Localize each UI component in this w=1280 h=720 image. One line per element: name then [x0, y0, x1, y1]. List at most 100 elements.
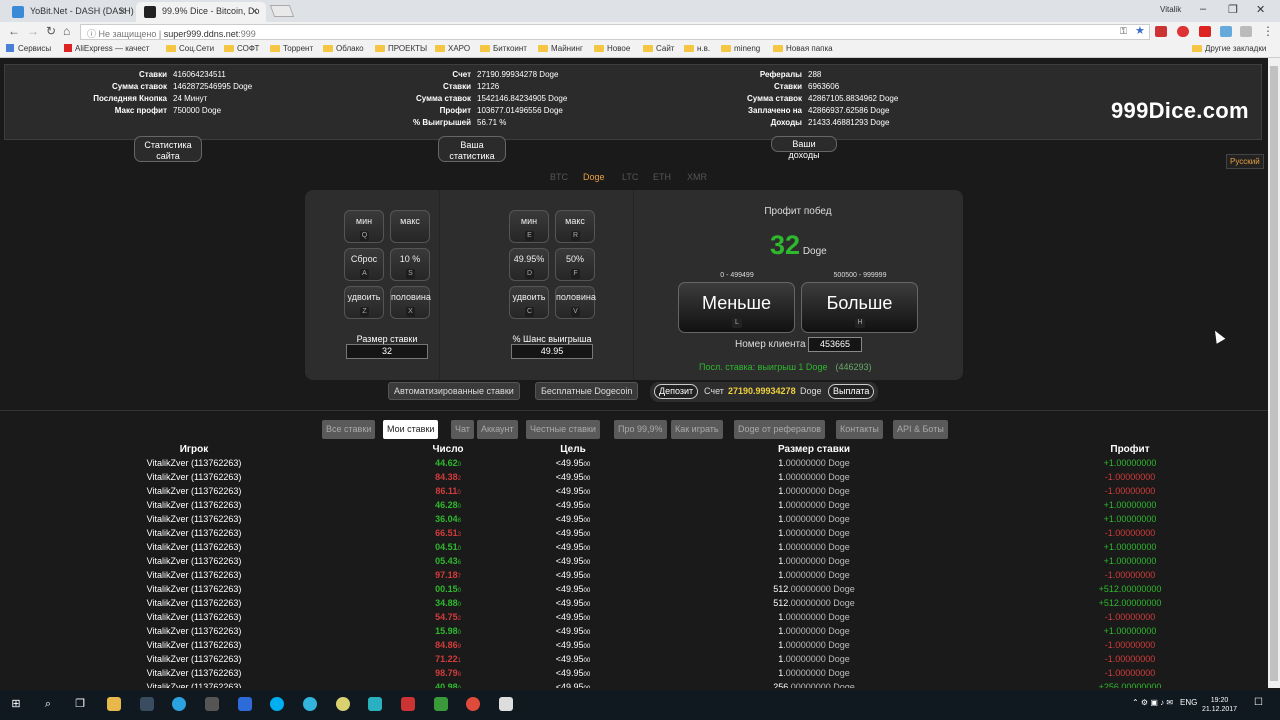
tab-how-to-play[interactable]: Как играть	[671, 420, 723, 439]
withdraw-button[interactable]: Выплата	[828, 384, 875, 399]
free-dogecoin-button[interactable]: Бесплатные Dogecoin	[535, 382, 639, 400]
tray-icons[interactable]: ⌃ ⚙ ▣ ♪ ✉	[1132, 698, 1173, 707]
bet-min-button[interactable]: мин Q	[344, 210, 384, 243]
tab-contacts[interactable]: Контакты	[836, 420, 883, 439]
bookmark-folder[interactable]: Облако	[323, 44, 364, 53]
player-cell[interactable]: VitalikZver (113762263)	[134, 570, 254, 580]
player-cell[interactable]: VitalikZver (113762263)	[134, 514, 254, 524]
bet-double-button[interactable]: удвоить Z	[344, 286, 384, 319]
player-cell[interactable]: VitalikZver (113762263)	[134, 542, 254, 552]
player-cell[interactable]: VitalikZver (113762263)	[134, 626, 254, 636]
close-icon[interactable]: ×	[251, 4, 258, 18]
url-input[interactable]: ⓘ Не защищено | super999.ddns.net:999	[80, 24, 1150, 40]
system-clock[interactable]: 19:20 21.12.2017	[1202, 696, 1237, 714]
bookmark-folder[interactable]: Новая папка	[773, 44, 833, 53]
app-icon[interactable]	[336, 697, 350, 711]
player-cell[interactable]: VitalikZver (113762263)	[134, 528, 254, 538]
file-explorer-icon[interactable]	[107, 697, 121, 711]
player-cell[interactable]: VitalikZver (113762263)	[134, 612, 254, 622]
deposit-button[interactable]: Депозит	[654, 384, 699, 399]
windows-start-icon[interactable]: ⊞	[9, 697, 23, 711]
back-icon[interactable]: ←	[8, 24, 20, 38]
page-scrollbar[interactable]	[1268, 58, 1280, 688]
player-cell[interactable]: VitalikZver (113762263)	[134, 486, 254, 496]
bookmark-aliexpress[interactable]: AliExpress — качест	[64, 44, 149, 53]
currency-ltc[interactable]: LTC	[622, 172, 638, 182]
not-secure-label[interactable]: Не защищено	[99, 29, 157, 39]
player-cell[interactable]: VitalikZver (113762263)	[134, 584, 254, 594]
roll-low-button[interactable]: Меньше L	[678, 282, 795, 333]
bookmark-folder[interactable]: mineng	[721, 44, 760, 53]
calculator-icon[interactable]	[205, 697, 219, 711]
player-cell[interactable]: VitalikZver (113762263)	[134, 500, 254, 510]
extension-icon[interactable]	[1199, 26, 1211, 37]
apps-bookmark[interactable]: Сервисы	[6, 44, 51, 53]
telegram-icon[interactable]	[172, 697, 186, 711]
bookmark-folder[interactable]: ХАРО	[435, 44, 470, 53]
minimize-icon[interactable]: –	[1200, 3, 1206, 15]
bookmark-folder[interactable]: н.в.	[684, 44, 710, 53]
app-icon[interactable]	[434, 697, 448, 711]
player-cell[interactable]: VitalikZver (113762263)	[134, 668, 254, 678]
star-icon[interactable]: ★	[1135, 24, 1145, 37]
close-icon[interactable]: ×	[119, 4, 126, 18]
window-close-icon[interactable]: ✕	[1256, 3, 1265, 16]
reload-icon[interactable]: ↻	[46, 24, 56, 38]
bet-half-button[interactable]: половина X	[390, 286, 431, 319]
bookmark-folder[interactable]: Биткоинт	[480, 44, 527, 53]
bet-10pct-button[interactable]: 10 % S	[390, 248, 430, 281]
chance-4995-button[interactable]: 49.95% D	[509, 248, 549, 281]
bookmark-folder[interactable]: Сайт	[643, 44, 674, 53]
chance-half-button[interactable]: половина V	[555, 286, 596, 319]
search-icon[interactable]: ⌕	[41, 697, 55, 711]
win-chance-input[interactable]: 49.95	[511, 344, 593, 359]
scrollbar-thumb[interactable]	[1270, 66, 1278, 681]
app-icon[interactable]	[368, 697, 382, 711]
app-icon[interactable]	[238, 697, 252, 711]
extension-icon[interactable]	[1220, 26, 1232, 37]
your-stats-button[interactable]: Ваша статистика	[438, 136, 506, 162]
player-cell[interactable]: VitalikZver (113762263)	[134, 458, 254, 468]
site-logo[interactable]: 999Dice.com	[1111, 98, 1249, 124]
chance-double-button[interactable]: удвоить C	[509, 286, 549, 319]
yandex-extension-icon[interactable]	[1155, 26, 1167, 37]
bookmark-folder[interactable]: СОФТ	[224, 44, 259, 53]
menu-icon[interactable]: ⋮	[1262, 24, 1274, 38]
input-language[interactable]: ENG	[1180, 698, 1197, 707]
your-earnings-button[interactable]: Ваши доходы	[771, 136, 837, 160]
tab-chat[interactable]: Чат	[451, 420, 474, 439]
new-tab-button[interactable]	[269, 5, 295, 17]
task-view-icon[interactable]: ❐	[73, 697, 87, 711]
bet-size-input[interactable]: 32	[346, 344, 428, 359]
skype-icon[interactable]	[270, 697, 284, 711]
player-cell[interactable]: VitalikZver (113762263)	[134, 640, 254, 650]
forward-icon[interactable]: →	[27, 24, 39, 38]
home-icon[interactable]: ⌂	[63, 24, 70, 38]
tab-account[interactable]: Аккаунт	[477, 420, 518, 439]
tab-fair-bets[interactable]: Честные ставки	[526, 420, 600, 439]
roll-high-button[interactable]: Больше H	[801, 282, 918, 333]
tab-api-bots[interactable]: API & Боты	[893, 420, 948, 439]
download-icon[interactable]	[401, 697, 415, 711]
player-cell[interactable]: VitalikZver (113762263)	[134, 556, 254, 566]
key-icon[interactable]: ⚿	[1120, 26, 1127, 37]
other-bookmarks[interactable]: Другие закладки	[1192, 44, 1266, 53]
player-cell[interactable]: VitalikZver (113762263)	[134, 682, 254, 688]
currency-btc[interactable]: BTC	[550, 172, 568, 182]
tab-yobit[interactable]: YoBit.Net - DASH (DASH) ×	[4, 2, 134, 22]
currency-doge[interactable]: Doge	[583, 172, 605, 182]
chance-min-button[interactable]: мин E	[509, 210, 549, 243]
bookmark-folder[interactable]: Торрент	[270, 44, 313, 53]
profile-name[interactable]: Vitalik	[1160, 5, 1181, 14]
player-cell[interactable]: VitalikZver (113762263)	[134, 654, 254, 664]
bookmark-folder[interactable]: ПРОЕКТЫ	[375, 44, 427, 53]
bet-reset-button[interactable]: Сброс A	[344, 248, 384, 281]
auto-bets-button[interactable]: Автоматизированные ставки	[388, 382, 520, 400]
extension-icon[interactable]	[1240, 26, 1252, 37]
currency-eth[interactable]: ETH	[653, 172, 671, 182]
currency-xmr[interactable]: XMR	[687, 172, 707, 182]
player-cell[interactable]: VitalikZver (113762263)	[134, 472, 254, 482]
app-icon[interactable]	[499, 697, 513, 711]
site-stats-button[interactable]: Статистика сайта	[134, 136, 202, 162]
tab-all-bets[interactable]: Все ставки	[322, 420, 376, 439]
